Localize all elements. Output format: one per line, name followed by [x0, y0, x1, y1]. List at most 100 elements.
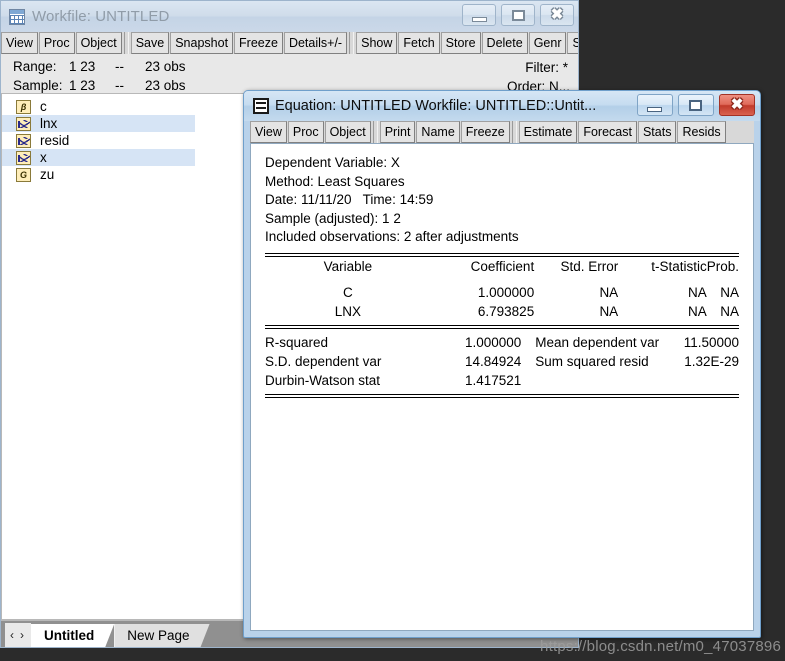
cell-t-statistic: NA	[687, 303, 707, 319]
toolbar-button-sample[interactable]: Sample	[567, 32, 578, 54]
stat-label-right: Sum squared resid	[535, 353, 649, 369]
stat-value-left: 1.417521	[464, 372, 522, 388]
page-tab-navigation[interactable]: ‹ ›	[5, 623, 31, 647]
stat-value-right: 11.50000	[683, 334, 739, 350]
cell-std-error: NA	[599, 303, 619, 319]
toolbar-separator	[372, 121, 378, 143]
cell-prob: NA	[720, 284, 739, 300]
workfile-toolbar[interactable]: View Proc Object Save Snapshot Freeze Details+…	[1, 32, 578, 54]
workfile-close-button[interactable]: ✖	[540, 4, 574, 26]
equation-minimize-button[interactable]	[637, 94, 673, 116]
equation-output-panel[interactable]: Dependent Variable: X Method: Least Squar…	[250, 143, 754, 631]
toolbar-button-show[interactable]: Show	[356, 32, 398, 54]
regression-header-line: Dependent Variable: X	[265, 155, 400, 170]
stat-value-right: 1.32E-29	[684, 353, 739, 369]
toolbar-button-resids[interactable]: Resids	[677, 121, 726, 143]
object-name: x	[40, 150, 47, 165]
toolbar-button-estimate[interactable]: Estimate	[518, 121, 578, 143]
toolbar-button-freeze[interactable]: Freeze	[460, 121, 510, 143]
object-list-item[interactable]: lnx	[2, 115, 195, 132]
toolbar-button-proc[interactable]: Proc	[38, 32, 75, 54]
toolbar-separator	[511, 121, 517, 143]
object-list-item[interactable]: resid	[2, 132, 195, 149]
summary-statistics-row: Durbin-Watson stat 1.417521	[265, 371, 739, 390]
toolbar-button-view[interactable]: View	[1, 32, 38, 54]
object-name: resid	[40, 133, 70, 148]
page-tab-new-page[interactable]: New Page	[114, 624, 209, 647]
toolbar-button-freeze[interactable]: Freeze	[234, 32, 283, 54]
range-label: Range:	[13, 59, 57, 74]
stat-value-left: 14.84924	[464, 353, 522, 369]
column-header-variable: Variable	[323, 258, 373, 274]
stat-label-left: Durbin-Watson stat	[265, 372, 381, 388]
workfile-window-controls: ✖	[462, 4, 574, 26]
regression-header: Dependent Variable: X Method: Least Squar…	[265, 154, 739, 247]
range-value: 1 23	[69, 59, 96, 74]
sample-value: 1 23	[69, 78, 96, 93]
stat-value-left: 1.000000	[464, 334, 522, 350]
close-icon: ✖	[730, 96, 744, 113]
toolbar-button-print[interactable]: Print	[379, 121, 416, 143]
equation-title: Equation: UNTITLED Workfile: UNTITLED::U…	[275, 98, 597, 114]
object-list-item[interactable]: βc	[2, 98, 195, 115]
toolbar-button-snapshot[interactable]: Snapshot	[170, 32, 234, 54]
toolbar-button-object[interactable]: Object	[75, 32, 122, 54]
coefficient-table-row: LNX 6.793825 NA NA NA	[265, 302, 739, 321]
toolbar-button-save[interactable]: Save	[130, 32, 170, 54]
stat-label-right	[521, 371, 683, 390]
equation-icon	[253, 98, 269, 114]
range-obs: 23 obs	[145, 59, 186, 74]
cell-coefficient: 1.000000	[477, 284, 535, 300]
regression-header-line: Included observations: 2 after adjustmen…	[265, 229, 519, 244]
prev-page-arrow-icon[interactable]: ‹	[7, 623, 17, 647]
equation-close-button[interactable]: ✖	[719, 94, 755, 116]
coefficient-table: Variable Coefficient Std. Error t-Statis…	[265, 257, 739, 321]
equation-titlebar[interactable]: Equation: UNTITLED Workfile: UNTITLED::U…	[244, 91, 760, 121]
toolbar-button-stats[interactable]: Stats	[637, 121, 677, 143]
close-icon: ✖	[550, 6, 564, 23]
summary-statistics-table: R-squared 1.000000 Mean dependent var 11.50…	[265, 333, 739, 390]
toolbar-button-object[interactable]: Object	[324, 121, 371, 143]
cell-std-error: NA	[599, 284, 619, 300]
equation-toolbar[interactable]: View Proc Object Print Name Freeze Estimate For…	[250, 121, 754, 143]
column-header-prob: Prob.	[706, 258, 739, 274]
cell-t-statistic: NA	[687, 284, 707, 300]
regression-header-line: Sample (adjusted): 1 2	[265, 210, 401, 226]
summary-statistics-row: S.D. dependent var 14.84924 Sum squared re…	[265, 352, 739, 371]
coefficient-beta-icon: β	[16, 99, 31, 114]
page-tab-strip[interactable]: Untitled New Page	[31, 624, 210, 647]
column-header-t-statistic: t-Statistic	[651, 258, 707, 274]
equation-window[interactable]: Equation: UNTITLED Workfile: UNTITLED::U…	[243, 90, 761, 638]
toolbar-button-genr[interactable]: Genr	[528, 32, 567, 54]
series-icon	[16, 116, 31, 131]
maximize-icon	[512, 10, 525, 21]
filter-label[interactable]: Filter: *	[525, 58, 568, 77]
toolbar-button-store[interactable]: Store	[440, 32, 481, 54]
toolbar-button-fetch[interactable]: Fetch	[398, 32, 440, 54]
toolbar-button-forecast[interactable]: Forecast	[578, 121, 637, 143]
toolbar-button-details[interactable]: Details+/-	[283, 32, 348, 54]
stat-label-left: R-squared	[265, 334, 329, 350]
regression-header-line: Date: 11/11/20 Time: 14:59	[265, 192, 434, 207]
toolbar-button-view[interactable]: View	[250, 121, 287, 143]
workfile-minimize-button[interactable]	[462, 4, 496, 26]
toolbar-separator	[349, 32, 355, 54]
equation-maximize-button[interactable]	[678, 94, 714, 116]
workfile-titlebar[interactable]: Workfile: UNTITLED ✖	[1, 1, 578, 32]
workfile-info-panel: Range: 1 23 -- 23 obs Sample: 1 23 -- 23…	[1, 54, 578, 94]
workfile-range-row: Range: 1 23 -- 23 obs	[13, 57, 570, 76]
object-list-item[interactable]: x	[2, 149, 195, 166]
regression-header-line: Method: Least Squares	[265, 173, 405, 189]
toolbar-button-name[interactable]: Name	[416, 121, 460, 143]
page-tab-untitled[interactable]: Untitled	[31, 624, 114, 647]
coefficient-table-row: C 1.000000 NA NA NA	[265, 283, 739, 302]
cell-coefficient: 6.793825	[477, 303, 535, 319]
toolbar-button-proc[interactable]: Proc	[287, 121, 324, 143]
minimize-icon	[647, 107, 662, 112]
toolbar-separator	[123, 32, 129, 54]
object-name: c	[40, 99, 47, 114]
object-list-item[interactable]: Gzu	[2, 166, 195, 183]
next-page-arrow-icon[interactable]: ›	[17, 623, 27, 647]
toolbar-button-delete[interactable]: Delete	[481, 32, 528, 54]
workfile-maximize-button[interactable]	[501, 4, 535, 26]
